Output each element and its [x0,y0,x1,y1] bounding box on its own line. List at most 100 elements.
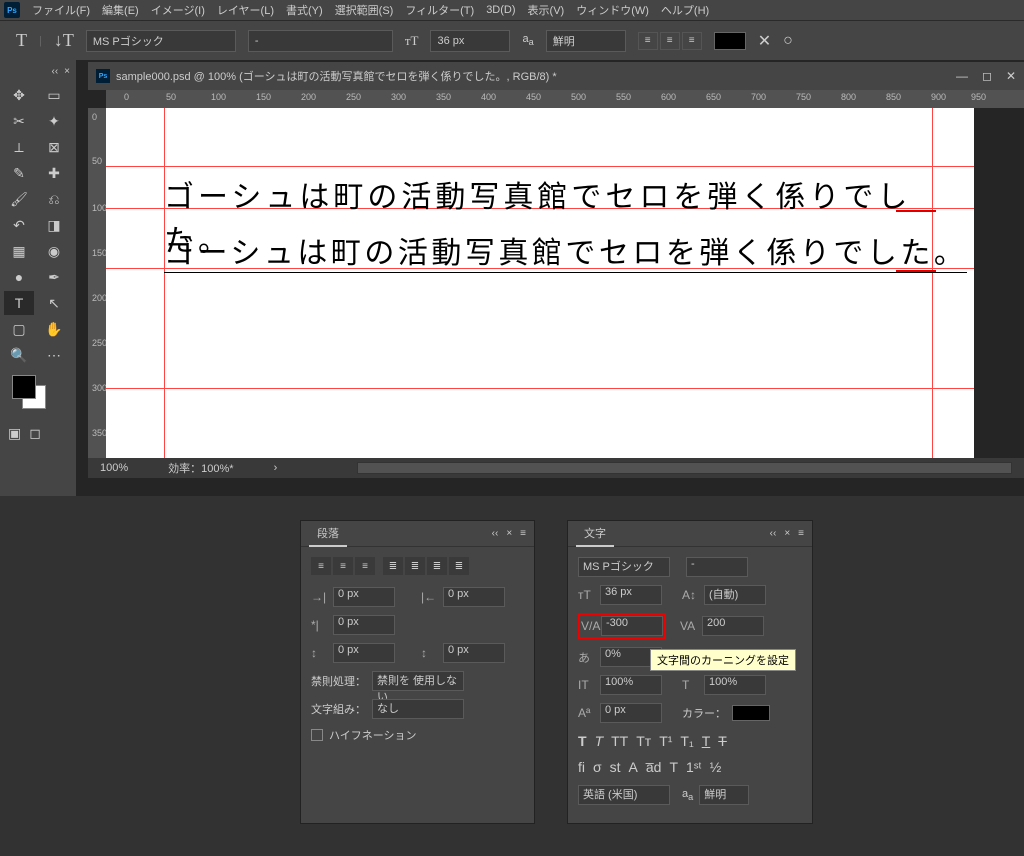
char-baseline-input[interactable]: 0 px [600,703,662,723]
zoom-tool-icon[interactable]: 🔍 [4,343,34,367]
align-center-icon[interactable]: ≡ [333,557,353,575]
close-icon[interactable]: × [64,66,70,77]
ad-icon[interactable]: a̅d [646,759,662,775]
char-style-select[interactable]: - [686,557,748,577]
sub-icon[interactable]: T₁ [680,733,693,749]
menu-3d[interactable]: 3D(D) [486,4,515,16]
eraser-tool-icon[interactable]: ◨ [39,213,69,237]
char-size-input[interactable]: 36 px [600,585,662,605]
char-color-swatch[interactable] [732,705,770,721]
move-tool-icon[interactable]: ✥ [4,83,34,107]
char-hscale-input[interactable]: 100% [704,675,766,695]
italic-icon[interactable]: T [595,733,604,749]
justify-left-icon[interactable]: ≣ [383,557,403,575]
eyedropper-tool-icon[interactable]: ✎ [4,161,34,185]
st-icon[interactable]: st [610,759,621,775]
menu-layer[interactable]: レイヤー(L) [217,2,274,18]
pen-tool-icon[interactable]: ✒ [39,265,69,289]
font-style-select[interactable]: - [248,30,393,52]
char-kerning-input[interactable]: -300 [601,616,663,636]
brush-tool-icon[interactable]: 🖌 [4,187,34,211]
maximize-icon[interactable]: ◻ [982,69,992,83]
collapse-icon[interactable]: ‹‹ [492,528,499,539]
smallcaps-icon[interactable]: Tᴛ [636,733,651,749]
justify-right-icon[interactable]: ≣ [427,557,447,575]
indent-right-input[interactable]: 0 px [443,587,505,607]
more-tool-icon[interactable]: ⋯ [39,343,69,367]
menu-icon[interactable]: ≡ [798,528,804,539]
menu-image[interactable]: イメージ(I) [151,2,205,18]
frame-tool-icon[interactable]: ⊠ [39,135,69,159]
kinsoku-select[interactable]: 禁則を 使用しない [372,671,464,691]
canvas-text-2[interactable]: ゴーシュは町の活動写真館でセロを弾く係りでした。 [164,228,967,273]
justify-all-icon[interactable]: ≣ [449,557,469,575]
oldt-icon[interactable]: T [669,759,678,775]
1st-icon[interactable]: 1ˢᵗ [686,759,702,775]
char-tracking-input[interactable]: 200 [702,616,764,636]
close-icon[interactable]: × [506,528,512,539]
font-size-select[interactable]: 36 px [430,30,510,52]
dodge-tool-icon[interactable]: ● [4,265,34,289]
menu-type[interactable]: 書式(Y) [286,2,323,18]
sigma-icon[interactable]: σ [593,759,602,775]
collapse-icon[interactable]: ‹‹ [770,528,777,539]
space-after-input[interactable]: 0 px [443,643,505,663]
align-right-icon[interactable]: ≡ [355,557,375,575]
menu-icon[interactable]: ≡ [520,528,526,539]
indent-left-input[interactable]: 0 px [333,587,395,607]
aa-select[interactable]: 鮮明 [546,30,626,52]
commit-icon[interactable]: ○ [783,32,793,50]
wand-tool-icon[interactable]: ✦ [39,109,69,133]
blur-tool-icon[interactable]: ◉ [39,239,69,263]
indent-first-input[interactable]: 0 px [333,615,395,635]
text-color-swatch[interactable] [714,32,746,50]
crop-tool-icon[interactable]: ⟂ [4,135,34,159]
align-right-icon[interactable]: ≡ [682,32,702,50]
cancel-icon[interactable]: ✕ [758,31,771,51]
space-before-input[interactable]: 0 px [333,643,395,663]
char-font-select[interactable]: MS Pゴシック [578,557,670,577]
hand-tool-icon[interactable]: ✋ [39,317,69,341]
fi-icon[interactable]: fi [578,759,585,775]
caps-icon[interactable]: TT [611,733,628,749]
shape-tool-icon[interactable]: ▢ [4,317,34,341]
lasso-tool-icon[interactable]: ✂ [4,109,34,133]
char-aa-select[interactable]: 鮮明 [699,785,749,805]
bold-icon[interactable]: T [578,733,587,749]
screenmode-icon[interactable]: ◻ [29,425,41,442]
close-window-icon[interactable]: ✕ [1006,69,1016,83]
swash-icon[interactable]: A [629,759,638,775]
underline-icon[interactable]: T [702,733,711,749]
font-family-select[interactable]: MS Pゴシック [86,30,236,52]
menu-view[interactable]: 表示(V) [528,2,565,18]
panel-tab-paragraph[interactable]: 段落 [309,521,347,547]
gradient-tool-icon[interactable]: ▦ [4,239,34,263]
history-tool-icon[interactable]: ↶ [4,213,34,237]
marquee-tool-icon[interactable]: ▭ [39,83,69,107]
align-left-icon[interactable]: ≡ [311,557,331,575]
collapse-icon[interactable]: ‹‹ [51,66,58,77]
menu-filter[interactable]: フィルター(T) [405,2,474,18]
scrollbar[interactable] [357,462,1012,474]
super-icon[interactable]: T¹ [659,733,672,749]
path-tool-icon[interactable]: ↖ [39,291,69,315]
panel-tab-character[interactable]: 文字 [576,521,614,547]
menu-edit[interactable]: 編集(E) [102,2,139,18]
canvas[interactable]: ゴーシュは町の活動写真館でセロを弾く係りでした。 ゴーシュは町の活動写真館でセロ… [106,108,974,458]
fg-color-swatch[interactable] [12,375,36,399]
text-tool-icon[interactable]: T [4,291,34,315]
char-leading-input[interactable]: (自動) [704,585,766,605]
char-vscale-input[interactable]: 100% [600,675,662,695]
quickmask-icon[interactable]: ▣ [8,425,21,442]
heal-tool-icon[interactable]: ✚ [39,161,69,185]
align-left-icon[interactable]: ≡ [638,32,658,50]
frac-icon[interactable]: ½ [710,759,722,775]
menu-file[interactable]: ファイル(F) [32,2,90,18]
minimize-icon[interactable]: — [956,69,968,83]
menu-window[interactable]: ウィンドウ(W) [576,2,649,18]
close-icon[interactable]: × [784,528,790,539]
color-swatches[interactable] [0,371,76,421]
char-lang-select[interactable]: 英語 (米国) [578,785,670,805]
menu-select[interactable]: 選択範囲(S) [335,2,394,18]
hyphenation-checkbox[interactable] [311,729,323,741]
